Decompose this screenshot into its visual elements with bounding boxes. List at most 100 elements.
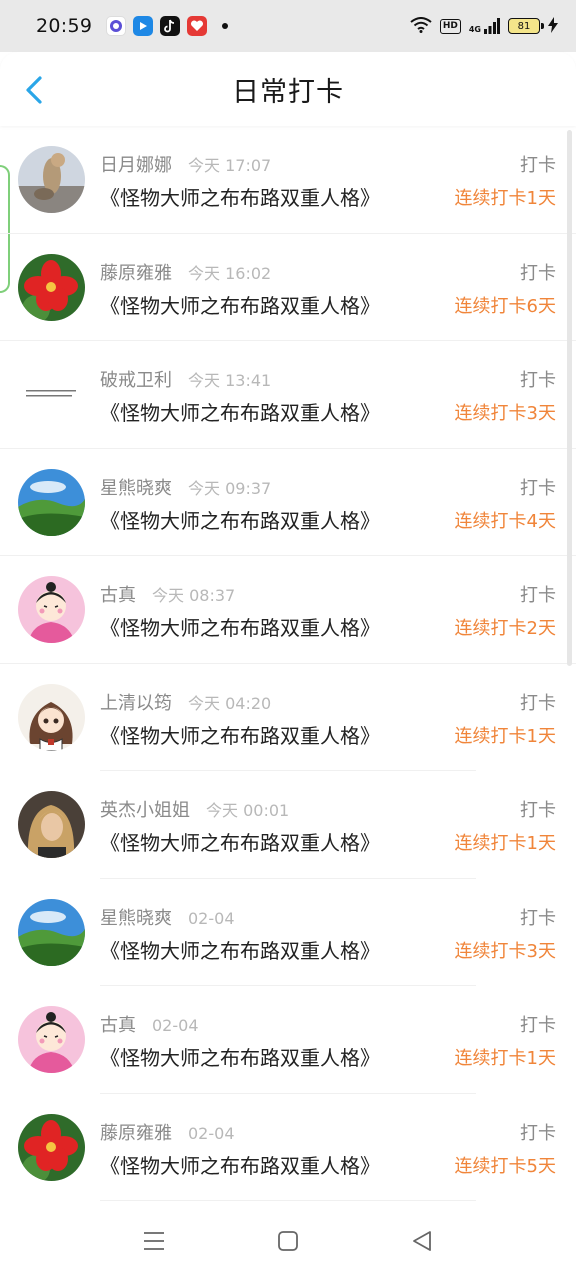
streak-label: 连续打卡1天 — [454, 833, 556, 854]
notification-dot — [222, 23, 229, 29]
book-title[interactable]: 《怪物大师之布布路双重人格》 — [100, 290, 380, 319]
list-item[interactable]: 古真 02-04 《怪物大师之布布路双重人格》 打卡 连续打卡1天 — [0, 986, 576, 1094]
page-header: 日常打卡 — [0, 52, 576, 126]
checkin-type: 打卡 — [520, 477, 556, 499]
user-name[interactable]: 藤原雍雅 — [100, 259, 172, 285]
signal-icon: 4G — [469, 18, 500, 34]
app2-icon — [133, 16, 154, 36]
network-label: 4G — [468, 25, 481, 34]
list-item[interactable]: 古真 今天 08:37 《怪物大师之布布路双重人格》 打卡 连续打卡2天 — [0, 556, 576, 664]
checkin-type: 打卡 — [520, 370, 556, 391]
list-item[interactable]: 日月娜娜 今天 17:07 《怪物大师之布布路双重人格》 打卡 连续打卡1天 — [0, 126, 576, 234]
status-time: 20:59 — [36, 15, 93, 37]
battery-indicator: 81 — [508, 18, 544, 34]
streak-label: 连续打卡1天 — [454, 188, 556, 209]
avatar[interactable] — [18, 683, 85, 751]
streak-label: 连续打卡5天 — [454, 1155, 556, 1177]
book-title[interactable]: 《怪物大师之布布路双重人格》 — [100, 1042, 380, 1071]
name-line: 上清以筠 今天 04:20 — [100, 689, 271, 715]
red-flower-icon — [18, 253, 85, 321]
avatar[interactable] — [18, 361, 85, 428]
chevron-left-icon — [26, 76, 42, 104]
status-indicators: HD 4G 81 — [410, 16, 558, 36]
back-nav-button[interactable] — [409, 1228, 435, 1254]
home-button[interactable] — [275, 1228, 301, 1254]
status-app-icons — [106, 16, 229, 36]
avatar[interactable] — [18, 1006, 85, 1073]
name-line: 藤原雍雅 02-04 — [100, 1119, 235, 1145]
user-name[interactable]: 星熊晓爽 — [100, 474, 172, 500]
avatar[interactable] — [18, 253, 85, 321]
user-name[interactable]: 上清以筠 — [100, 689, 172, 715]
avatar[interactable] — [18, 1113, 85, 1181]
streak-label: 连续打卡2天 — [454, 618, 556, 639]
checkin-type: 打卡 — [520, 692, 556, 714]
book-title[interactable]: 《怪物大师之布布路双重人格》 — [100, 827, 380, 856]
book-title[interactable]: 《怪物大师之布布路双重人格》 — [100, 182, 380, 211]
user-name[interactable]: 藤原雍雅 — [100, 1119, 172, 1145]
checkin-time: 今天 09:37 — [188, 478, 272, 498]
green-landscape-icon — [18, 898, 85, 966]
checkin-time: 今天 00:01 — [206, 801, 290, 820]
list-item[interactable]: 星熊晓爽 今天 09:37 《怪物大师之布布路双重人格》 打卡 连续打卡4天 — [0, 449, 576, 556]
cartoon-girl-icon — [18, 1006, 85, 1073]
anime-girl-icon — [18, 683, 85, 751]
book-title[interactable]: 《怪物大师之布布路双重人格》 — [100, 720, 380, 749]
system-nav-bar — [0, 1202, 576, 1280]
name-line: 英杰小姐姐 今天 00:01 — [100, 796, 289, 822]
avatar[interactable] — [18, 791, 85, 858]
cat-photo-icon — [18, 146, 85, 213]
cartoon-girl-icon — [18, 576, 85, 643]
checkin-type: 打卡 — [520, 907, 556, 929]
user-name[interactable]: 破戒卫利 — [100, 366, 172, 392]
checkin-time: 今天 16:02 — [188, 263, 272, 283]
list-item[interactable]: 上清以筠 今天 04:20 《怪物大师之布布路双重人格》 打卡 连续打卡1天 — [0, 664, 576, 771]
checkin-time: 今天 17:07 — [188, 156, 272, 175]
checkin-type: 打卡 — [520, 585, 556, 606]
list-item[interactable]: 星熊晓爽 02-04 《怪物大师之布布路双重人格》 打卡 连续打卡3天 — [0, 879, 576, 986]
user-name[interactable]: 英杰小姐姐 — [100, 796, 190, 822]
scrollbar[interactable] — [567, 130, 572, 666]
status-bar: 20:59 HD 4G 81 — [0, 0, 576, 52]
menu-button[interactable] — [141, 1228, 167, 1254]
book-title[interactable]: 《怪物大师之布布路双重人格》 — [100, 935, 380, 964]
list-item[interactable]: 破戒卫利 今天 13:41 《怪物大师之布布路双重人格》 打卡 连续打卡3天 — [0, 341, 576, 449]
name-line: 藤原雍雅 今天 16:02 — [100, 259, 271, 285]
user-name[interactable]: 古真 — [100, 581, 136, 607]
avatar[interactable] — [18, 576, 85, 643]
list-item[interactable]: 藤原雍雅 今天 16:02 《怪物大师之布布路双重人格》 打卡 连续打卡6天 — [0, 234, 576, 341]
checkin-time: 02-04 — [188, 908, 235, 928]
user-name[interactable]: 日月娜娜 — [100, 151, 172, 177]
streak-label: 连续打卡3天 — [454, 940, 556, 962]
book-title[interactable]: 《怪物大师之布布路双重人格》 — [100, 397, 380, 426]
back-button[interactable] — [18, 74, 50, 106]
name-line: 星熊晓爽 今天 09:37 — [100, 474, 271, 500]
checkin-type: 打卡 — [520, 262, 556, 284]
streak-label: 连续打卡6天 — [454, 295, 556, 317]
checkin-type: 打卡 — [520, 1122, 556, 1144]
green-landscape-icon — [18, 468, 85, 536]
charging-icon — [548, 16, 558, 36]
home-square-icon — [278, 1231, 298, 1251]
book-title[interactable]: 《怪物大师之布布路双重人格》 — [100, 612, 380, 641]
checkin-list: 日月娜娜 今天 17:07 《怪物大师之布布路双重人格》 打卡 连续打卡1天 藤… — [0, 126, 576, 1201]
checkin-type: 打卡 — [520, 1015, 556, 1036]
book-title[interactable]: 《怪物大师之布布路双重人格》 — [100, 505, 380, 534]
divider — [100, 1200, 476, 1201]
user-name[interactable]: 古真 — [100, 1011, 136, 1037]
avatar[interactable] — [18, 898, 85, 966]
app4-icon — [187, 16, 208, 36]
avatar[interactable] — [18, 146, 85, 213]
name-line: 古真 02-04 — [100, 1011, 199, 1037]
checkin-time: 今天 13:41 — [188, 371, 272, 390]
streak-label: 连续打卡3天 — [454, 403, 556, 424]
page-title: 日常打卡 — [232, 76, 344, 108]
list-item[interactable]: 藤原雍雅 02-04 《怪物大师之布布路双重人格》 打卡 连续打卡5天 — [0, 1094, 576, 1201]
list-item[interactable]: 英杰小姐姐 今天 00:01 《怪物大师之布布路双重人格》 打卡 连续打卡1天 — [0, 771, 576, 879]
portrait-photo-icon — [18, 791, 85, 858]
avatar[interactable] — [18, 468, 85, 536]
tiktok-icon — [160, 16, 181, 36]
streak-label: 连续打卡1天 — [454, 1048, 556, 1069]
book-title[interactable]: 《怪物大师之布布路双重人格》 — [100, 1150, 380, 1179]
user-name[interactable]: 星熊晓爽 — [100, 904, 172, 930]
